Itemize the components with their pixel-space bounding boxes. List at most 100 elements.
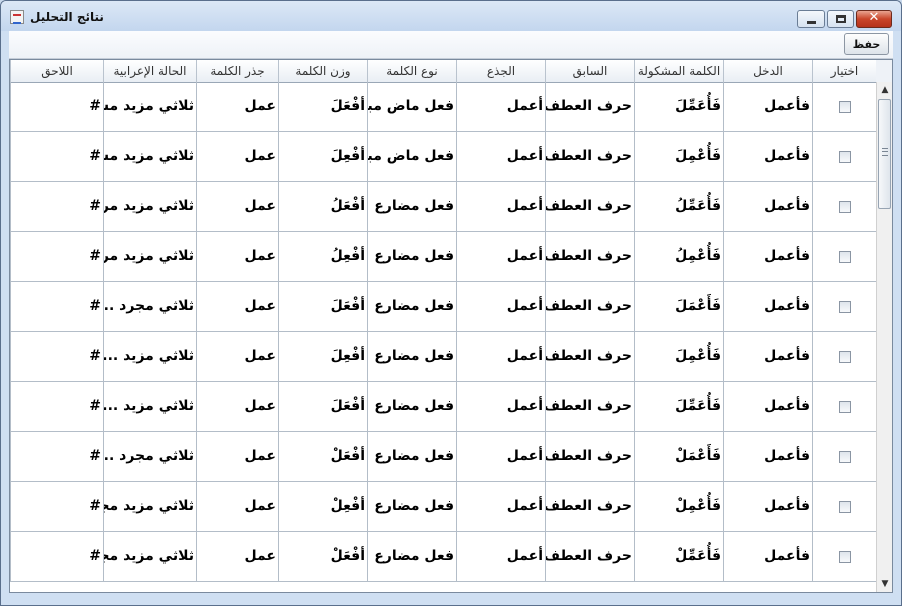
select-checkbox[interactable] <box>839 551 851 563</box>
cell-case: ثلاثي مزيد مجز <box>103 482 196 531</box>
cell-case: ثلاثي مزيد مرفو <box>103 182 196 231</box>
cell-stem: أعمل <box>456 82 545 131</box>
cell-input: فأعمل <box>723 382 812 431</box>
cell-case: ثلاثي مجرد ... <box>103 282 196 331</box>
cell-case: ثلاثي مزيد مجز <box>103 532 196 581</box>
select-cell <box>812 482 876 531</box>
table-row[interactable]: فأعملفَأُعْمِلُحرف العطف أوأعملفعل مضارع… <box>10 232 876 282</box>
table-row[interactable]: فأعملفَأُعَمِّلَحرف العطف أوأعملفعل مضار… <box>10 382 876 432</box>
cell-stem: أعمل <box>456 132 545 181</box>
column-header-prefix[interactable]: السابق <box>545 60 634 82</box>
analysis-results-window: نتائج التحليل ✕ حفظ اختيار الدخل الكلمة ال… <box>0 0 902 606</box>
cell-vocalized: فَأُعَمِّلْ <box>634 532 723 581</box>
header-corner <box>876 60 892 83</box>
table-row[interactable]: فأعملفَأُعْمِلَحرف العطف أوأعملفعل مضارع… <box>10 332 876 382</box>
select-checkbox[interactable] <box>839 401 851 413</box>
title-bar[interactable]: نتائج التحليل ✕ <box>1 1 901 31</box>
cell-pattern: أفْعَلُ <box>278 182 367 231</box>
column-header-select[interactable]: اختيار <box>812 60 876 82</box>
save-button[interactable]: حفظ <box>844 33 889 55</box>
table-row[interactable]: فأعملفَأُعَمِّلْحرف العطف أوأعملفعل مضار… <box>10 532 876 582</box>
select-checkbox[interactable] <box>839 351 851 363</box>
cell-word-type: فعل مضارع ... <box>367 282 456 331</box>
cell-vocalized: فَأُعَمِّلُ <box>634 182 723 231</box>
cell-suffix: # <box>10 182 103 231</box>
table-row[interactable]: فأعملفَأُعْمِلَحرف العطف أوأعملفعل ماض م… <box>10 132 876 182</box>
column-header-root[interactable]: جذر الكلمة <box>196 60 278 82</box>
column-header-input[interactable]: الدخل <box>723 60 812 82</box>
vertical-scrollbar[interactable]: ▲ ▼ <box>876 82 892 592</box>
table-row[interactable]: فأعملفَأُعْمِلْحرف العطف أوأعملفعل مضارع… <box>10 482 876 532</box>
select-cell <box>812 132 876 181</box>
cell-word-type: فعل مضارع ... <box>367 532 456 581</box>
results-table: اختيار الدخل الكلمة المشكولة السابق الجذع نوع… <box>9 59 893 593</box>
cell-suffix: # <box>10 532 103 581</box>
cell-suffix: # <box>10 232 103 281</box>
column-header-word-type[interactable]: نوع الكلمة <box>367 60 456 82</box>
cell-input: فأعمل <box>723 82 812 131</box>
column-header-pattern[interactable]: وزن الكلمة <box>278 60 367 82</box>
cell-pattern: أفْعَلَ <box>278 282 367 331</box>
cell-case: ثلاثي مزيد مسند <box>103 82 196 131</box>
column-header-suffix[interactable]: اللاحق <box>10 60 103 82</box>
select-checkbox[interactable] <box>839 101 851 113</box>
cell-pattern: أفْعِلُ <box>278 232 367 281</box>
minimize-button[interactable] <box>797 10 825 28</box>
select-checkbox[interactable] <box>839 301 851 313</box>
cell-vocalized: فَأُعَمِّلَ <box>634 382 723 431</box>
cell-vocalized: فَأُعْمِلَ <box>634 332 723 381</box>
scroll-up-arrow-icon[interactable]: ▲ <box>877 82 892 98</box>
cell-suffix: # <box>10 282 103 331</box>
cell-input: فأعمل <box>723 182 812 231</box>
cell-prefix: حرف العطف أو <box>545 232 634 281</box>
table-row[interactable]: فأعملفَأُعَمِّلَحرف العطف أوأعملفعل ماض … <box>10 82 876 132</box>
cell-prefix: حرف العطف أو <box>545 532 634 581</box>
cell-root: عمل <box>196 82 278 131</box>
select-checkbox[interactable] <box>839 501 851 513</box>
cell-vocalized: فَأُعَمِّلَ <box>634 82 723 131</box>
minimize-icon <box>807 21 816 24</box>
cell-input: فأعمل <box>723 132 812 181</box>
cell-input: فأعمل <box>723 332 812 381</box>
cell-prefix: حرف العطف أو <box>545 332 634 381</box>
cell-vocalized: فَأَعْمَلَ <box>634 282 723 331</box>
cell-pattern: أفْعِلَ <box>278 332 367 381</box>
select-cell <box>812 82 876 131</box>
select-checkbox[interactable] <box>839 151 851 163</box>
scroll-down-arrow-icon[interactable]: ▼ <box>877 576 892 592</box>
cell-case: ثلاثي مزيد مسند <box>103 132 196 181</box>
cell-pattern: أفْعَلَ <box>278 382 367 431</box>
select-checkbox[interactable] <box>839 451 851 463</box>
table-row[interactable]: فأعملفَأُعَمِّلُحرف العطف أوأعملفعل مضار… <box>10 182 876 232</box>
close-button[interactable]: ✕ <box>856 10 892 28</box>
column-header-vocalized[interactable]: الكلمة المشكولة <box>634 60 723 82</box>
table-row[interactable]: فأعملفَأَعْمَلْحرف العطف أوأعملفعل مضارع… <box>10 432 876 482</box>
maximize-button[interactable] <box>827 10 854 28</box>
column-header-stem[interactable]: الجذع <box>456 60 545 82</box>
select-cell <box>812 182 876 231</box>
select-cell <box>812 232 876 281</box>
cell-stem: أعمل <box>456 282 545 331</box>
cell-input: فأعمل <box>723 532 812 581</box>
scroll-thumb[interactable] <box>878 99 891 209</box>
table-row[interactable]: فأعملفَأَعْمَلَحرف العطف أوأعملفعل مضارع… <box>10 282 876 332</box>
maximize-icon <box>836 15 846 23</box>
cell-root: عمل <box>196 532 278 581</box>
cell-suffix: # <box>10 132 103 181</box>
cell-pattern: أفْعَلَ <box>278 82 367 131</box>
select-checkbox[interactable] <box>839 251 851 263</box>
cell-stem: أعمل <box>456 232 545 281</box>
toolbar: حفظ <box>9 31 893 59</box>
select-checkbox[interactable] <box>839 201 851 213</box>
cell-vocalized: فَأُعْمِلْ <box>634 482 723 531</box>
cell-word-type: فعل ماض مبني <box>367 82 456 131</box>
cell-prefix: حرف العطف أو <box>545 282 634 331</box>
select-cell <box>812 382 876 431</box>
cell-input: فأعمل <box>723 482 812 531</box>
column-header-case[interactable]: الحالة الإعرابية <box>103 60 196 82</box>
cell-suffix: # <box>10 432 103 481</box>
cell-prefix: حرف العطف أو <box>545 482 634 531</box>
cell-word-type: فعل ماض مبني <box>367 132 456 181</box>
cell-stem: أعمل <box>456 532 545 581</box>
window-title: نتائج التحليل <box>30 10 104 24</box>
